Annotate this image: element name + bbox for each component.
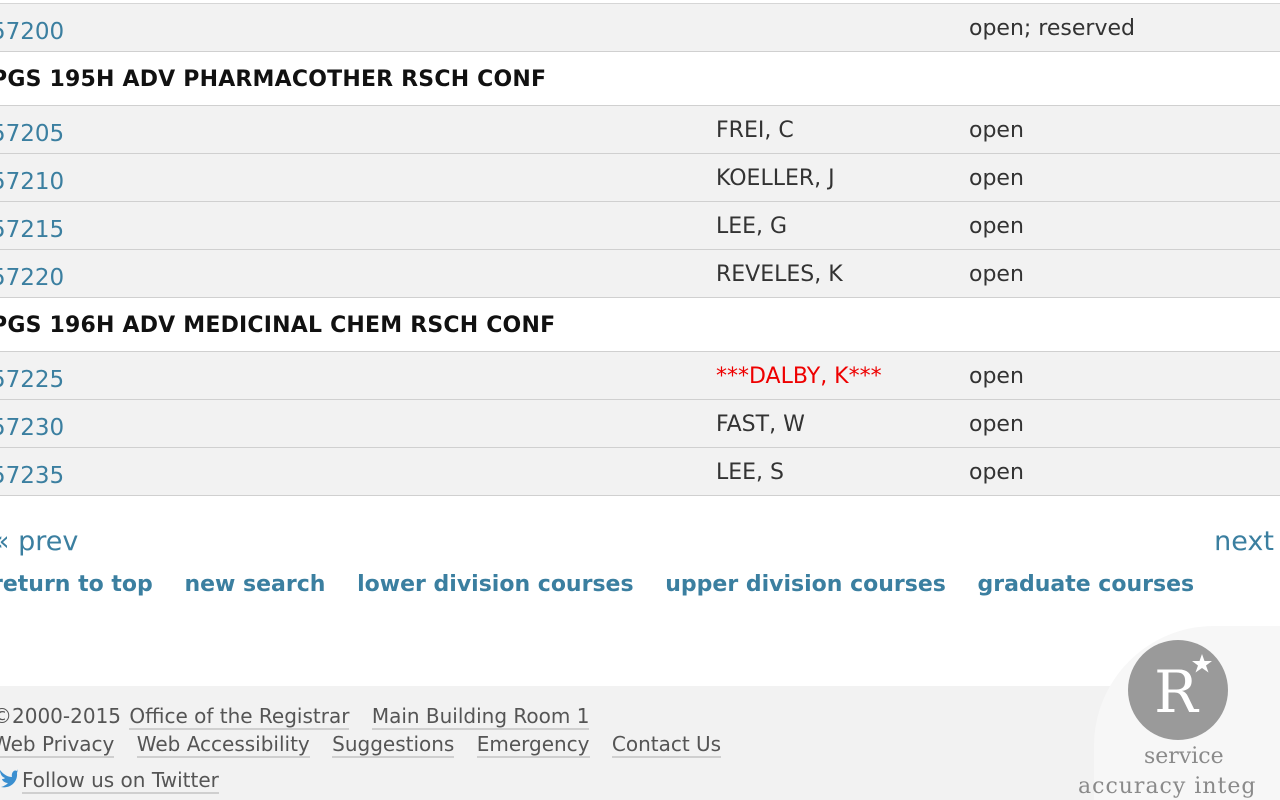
unique-number-link[interactable]: 57225 [0,367,64,393]
quick-links-nav: return to top new search lower division … [0,572,1218,597]
web-accessibility-link[interactable]: Web Accessibility [136,732,310,758]
status-cell: open; reserved [969,16,1135,41]
table-row: 57205 FREI, C open [0,106,1280,154]
course-header: PGS 196H ADV MEDICINAL CHEM RSCH CONF [0,298,1280,352]
unique-number-link[interactable]: 57220 [0,265,64,291]
instructor-cell: KOELLER, J [716,166,835,191]
pagination: « prev next [0,526,1280,562]
unique-number-link[interactable]: 57210 [0,169,64,195]
instructor-cell-flagged: ***DALBY, K*** [716,364,882,389]
footer-line-office: ©2000-2015 Office of the Registrar Main … [0,704,605,730]
table-row: 57220 REVELES, K open [0,250,1280,298]
instructor-cell: FREI, C [716,118,794,143]
footer-line-links: Web Privacy Web Accessibility Suggestion… [0,732,737,758]
service-seal: R service accuracy integ [1078,626,1280,800]
upper-division-link[interactable]: upper division courses [665,572,946,597]
twitter-icon [0,766,18,790]
instructor-cell: LEE, G [716,214,788,239]
seal-text-service: service [1144,744,1224,769]
unique-number-link[interactable]: 57215 [0,217,64,243]
status-cell: open [969,166,1024,191]
svg-text:R: R [1154,658,1200,726]
table-row: 57235 LEE, S open [0,448,1280,496]
course-title: PGS 196H ADV MEDICINAL CHEM RSCH CONF [0,313,556,338]
contact-us-link[interactable]: Contact Us [611,732,722,758]
table-row: 57230 FAST, W open [0,400,1280,448]
suggestions-link[interactable]: Suggestions [332,732,455,758]
unique-number-link[interactable]: 57235 [0,463,64,489]
new-search-link[interactable]: new search [184,572,325,597]
web-privacy-link[interactable]: Web Privacy [0,732,115,758]
table-row: 57215 LEE, G open [0,202,1280,250]
status-cell: open [969,364,1024,389]
graduate-courses-link[interactable]: graduate courses [978,572,1195,597]
table-row: 57210 KOELLER, J open [0,154,1280,202]
table-row: 57225 ***DALBY, K*** open [0,352,1280,400]
unique-number-link[interactable]: 57205 [0,121,64,147]
location-link[interactable]: Main Building Room 1 [371,704,590,730]
status-cell: open [969,460,1024,485]
copyright-text: ©2000-2015 [0,704,122,728]
status-cell: open [969,412,1024,437]
page: 57200 open; reserved PGS 195H ADV PHARMA… [0,0,1280,800]
next-page-link[interactable]: next [1214,526,1274,557]
seal-text-values: accuracy integ [1078,774,1257,799]
unique-number-link[interactable]: 57200 [0,19,64,45]
registrar-link[interactable]: Office of the Registrar [129,704,350,730]
course-header: PGS 195H ADV PHARMACOTHER RSCH CONF [0,52,1280,106]
status-cell: open [969,262,1024,287]
prev-page-link[interactable]: « prev [0,526,78,557]
table-row: 57200 open; reserved [0,4,1280,52]
results-table: 57200 open; reserved PGS 195H ADV PHARMA… [0,0,1280,496]
status-cell: open [969,214,1024,239]
instructor-cell: LEE, S [716,460,785,485]
instructor-cell: FAST, W [716,412,805,437]
seal-logo-icon: R [1128,640,1228,740]
twitter-link[interactable]: Follow us on Twitter [22,768,219,794]
return-to-top-link[interactable]: return to top [0,572,153,597]
footer-line-twitter: Follow us on Twitter [0,766,235,794]
lower-division-link[interactable]: lower division courses [357,572,633,597]
unique-number-link[interactable]: 57230 [0,415,64,441]
instructor-cell: REVELES, K [716,262,843,287]
status-cell: open [969,118,1024,143]
emergency-link[interactable]: Emergency [476,732,590,758]
course-title: PGS 195H ADV PHARMACOTHER RSCH CONF [0,67,547,92]
